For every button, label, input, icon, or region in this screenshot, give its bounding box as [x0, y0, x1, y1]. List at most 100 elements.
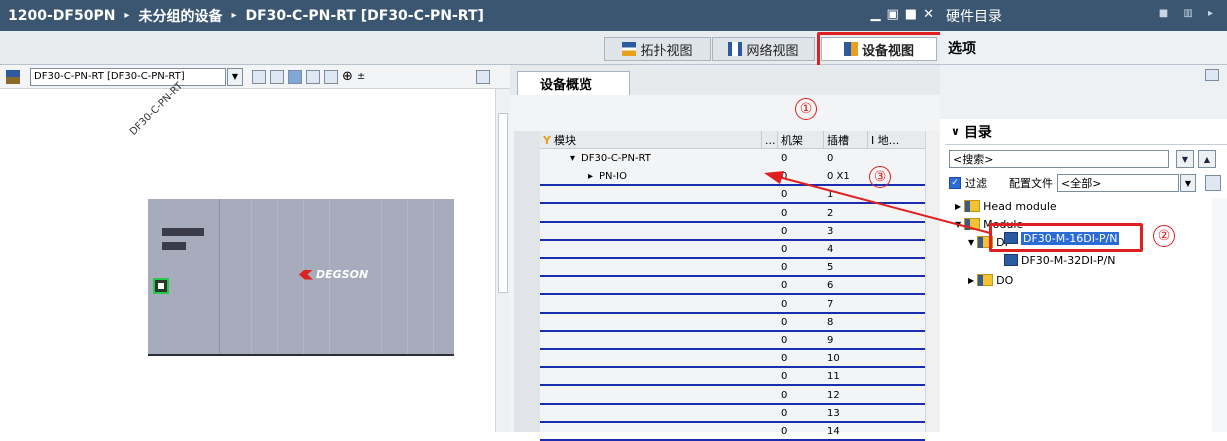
cell-module [540, 222, 762, 240]
cell-module: ▸ PN-IO [588, 170, 627, 182]
table-row[interactable]: 07 [540, 295, 925, 313]
folder-icon [964, 218, 981, 230]
table-row[interactable]: ▸ PN-IO 0 0 X1 [540, 167, 925, 185]
maximize-icon[interactable]: ■ [905, 7, 917, 22]
cell-slot: 8 [827, 316, 834, 328]
table-row[interactable]: 01 [540, 185, 925, 203]
cell-address [868, 404, 925, 422]
tab-device-overview[interactable]: 设备概览 [517, 71, 630, 95]
table-row[interactable]: 0 14 [540, 422, 925, 440]
view-tab-bar: 拓扑视图 网络视图 设备视图 [0, 31, 940, 65]
panel-toggle-icon[interactable] [1205, 69, 1219, 81]
cell-address [868, 349, 925, 367]
tab-topology-view[interactable]: 拓扑视图 [604, 37, 711, 61]
window-controls: ▁ ▣ ■ ✕ [871, 7, 935, 22]
catalog-header[interactable]: ∨ 目录 [945, 119, 1227, 145]
search-down-icon[interactable]: ▼ [1176, 150, 1194, 168]
breadcrumb-project[interactable]: 1200-DF50PN [8, 8, 115, 24]
filter-checkbox[interactable]: ✓ [949, 177, 961, 189]
minimize-icon[interactable]: ▁ [871, 7, 881, 22]
table-row[interactable]: 05 [540, 258, 925, 276]
cell-address [868, 240, 925, 258]
cell-address [868, 386, 925, 404]
profile-select[interactable]: <全部> ▼ [1057, 174, 1196, 192]
table-row[interactable]: 02 [540, 204, 925, 222]
table-row[interactable]: 09 [540, 331, 925, 349]
slot-divider [433, 199, 434, 355]
chevron-down-icon[interactable]: ∨ [951, 125, 960, 138]
table-gutter [514, 131, 540, 432]
chevron-right-icon[interactable]: ▸ [588, 171, 593, 182]
breadcrumb-group[interactable]: 未分组的设备 [138, 6, 222, 26]
fit-view-icon[interactable] [252, 69, 266, 84]
cell-rack: 0 [781, 188, 788, 200]
table-row[interactable]: ▾ DF30-C-PN-RT 0 0 [540, 149, 925, 167]
device-network-icon[interactable] [6, 69, 20, 84]
device-select[interactable]: DF30-C-PN-RT [DF30-C-PN-RT] ▼ [30, 67, 243, 86]
cell-more [762, 276, 778, 294]
chevron-down-icon[interactable]: ▼ [955, 220, 961, 229]
column-header-rack[interactable]: 机架 [778, 131, 824, 149]
tree-item-df30-m-32di[interactable]: DF30-M-32DI-P/N [1004, 252, 1115, 268]
chevron-right-icon[interactable]: ▶ [968, 276, 974, 285]
column-header-module[interactable]: Y 模块 [540, 131, 762, 149]
cell-address [868, 276, 925, 294]
zoom-dropdown-icon[interactable]: ± [357, 71, 365, 82]
cell-module [540, 276, 762, 294]
column-header-more[interactable]: ... [762, 131, 778, 149]
chevron-down-icon[interactable]: ▾ [570, 153, 575, 164]
table-row[interactable]: 0 13 [540, 404, 925, 422]
tab-network-view[interactable]: 网络视图 [712, 37, 815, 61]
table-header: Y 模块 ... 机架 插槽 I 地... [540, 131, 925, 149]
chevron-down-icon[interactable]: ▼ [968, 238, 974, 247]
scrollbar-thumb[interactable] [498, 113, 508, 293]
catalog-settings-icon[interactable] [1205, 175, 1221, 191]
cell-slot: 7 [827, 298, 834, 310]
highlight-box-catalog-item [989, 223, 1143, 252]
panel-controls-icon[interactable]: ■ ▥ ▸ [1159, 8, 1219, 19]
column-header-slot[interactable]: 插槽 [824, 131, 868, 149]
table-row[interactable]: 06 [540, 276, 925, 294]
overview-icon[interactable] [476, 69, 490, 84]
table-row[interactable]: 0 12 [540, 386, 925, 404]
editor-title-bar: 1200-DF50PN ▸ 未分组的设备 ▸ DF30-C-PN-RT [DF3… [0, 0, 940, 31]
pointer-tool-icon[interactable] [288, 69, 302, 84]
cell-more [762, 167, 778, 185]
chevron-right-icon[interactable]: ▶ [955, 202, 961, 211]
cell-more [762, 149, 778, 167]
breadcrumb-device[interactable]: DF30-C-PN-RT [DF30-C-PN-RT] [245, 8, 483, 24]
table-row[interactable]: 0 11 [540, 367, 925, 385]
search-up-icon[interactable]: ▲ [1198, 150, 1216, 168]
table-icon[interactable] [324, 69, 338, 84]
search-placeholder: <搜索> [953, 153, 994, 166]
column-header-address[interactable]: I 地... [868, 131, 925, 149]
grid-icon[interactable] [306, 69, 320, 84]
cell-slot: 1 [827, 188, 834, 200]
table-row[interactable]: 04 [540, 240, 925, 258]
tree-item-head-module[interactable]: ▶ Head module [955, 198, 1057, 214]
cell-rack: 0 [781, 389, 788, 401]
chevron-down-icon[interactable]: ▼ [227, 67, 243, 86]
restore-icon[interactable]: ▣ [887, 7, 899, 22]
catalog-scrollbar[interactable] [1212, 198, 1227, 432]
canvas-scrollbar[interactable] [495, 89, 510, 432]
cell-slot: 11 [827, 370, 840, 382]
cell-module [540, 185, 762, 203]
table-scrollbar[interactable] [925, 131, 940, 432]
close-icon[interactable]: ✕ [923, 7, 934, 22]
show-names-icon[interactable] [270, 69, 284, 84]
table-row[interactable]: 03 [540, 222, 925, 240]
cell-more [762, 422, 778, 440]
table-row[interactable]: 08 [540, 313, 925, 331]
cell-rack: 0 [781, 207, 788, 219]
cell-rack: 0 [781, 298, 788, 310]
cell-more [762, 349, 778, 367]
table-row[interactable]: 0 10 [540, 349, 925, 367]
chevron-down-icon[interactable]: ▼ [1180, 174, 1196, 192]
catalog-search-input[interactable]: <搜索> [949, 150, 1169, 168]
options-header: 选项 [940, 31, 1227, 65]
ethernet-port-icon[interactable] [153, 278, 169, 294]
tree-item-do[interactable]: ▶ DO [968, 272, 1013, 288]
zoom-in-icon[interactable]: ⊕ [342, 69, 353, 84]
cell-module [540, 404, 762, 422]
